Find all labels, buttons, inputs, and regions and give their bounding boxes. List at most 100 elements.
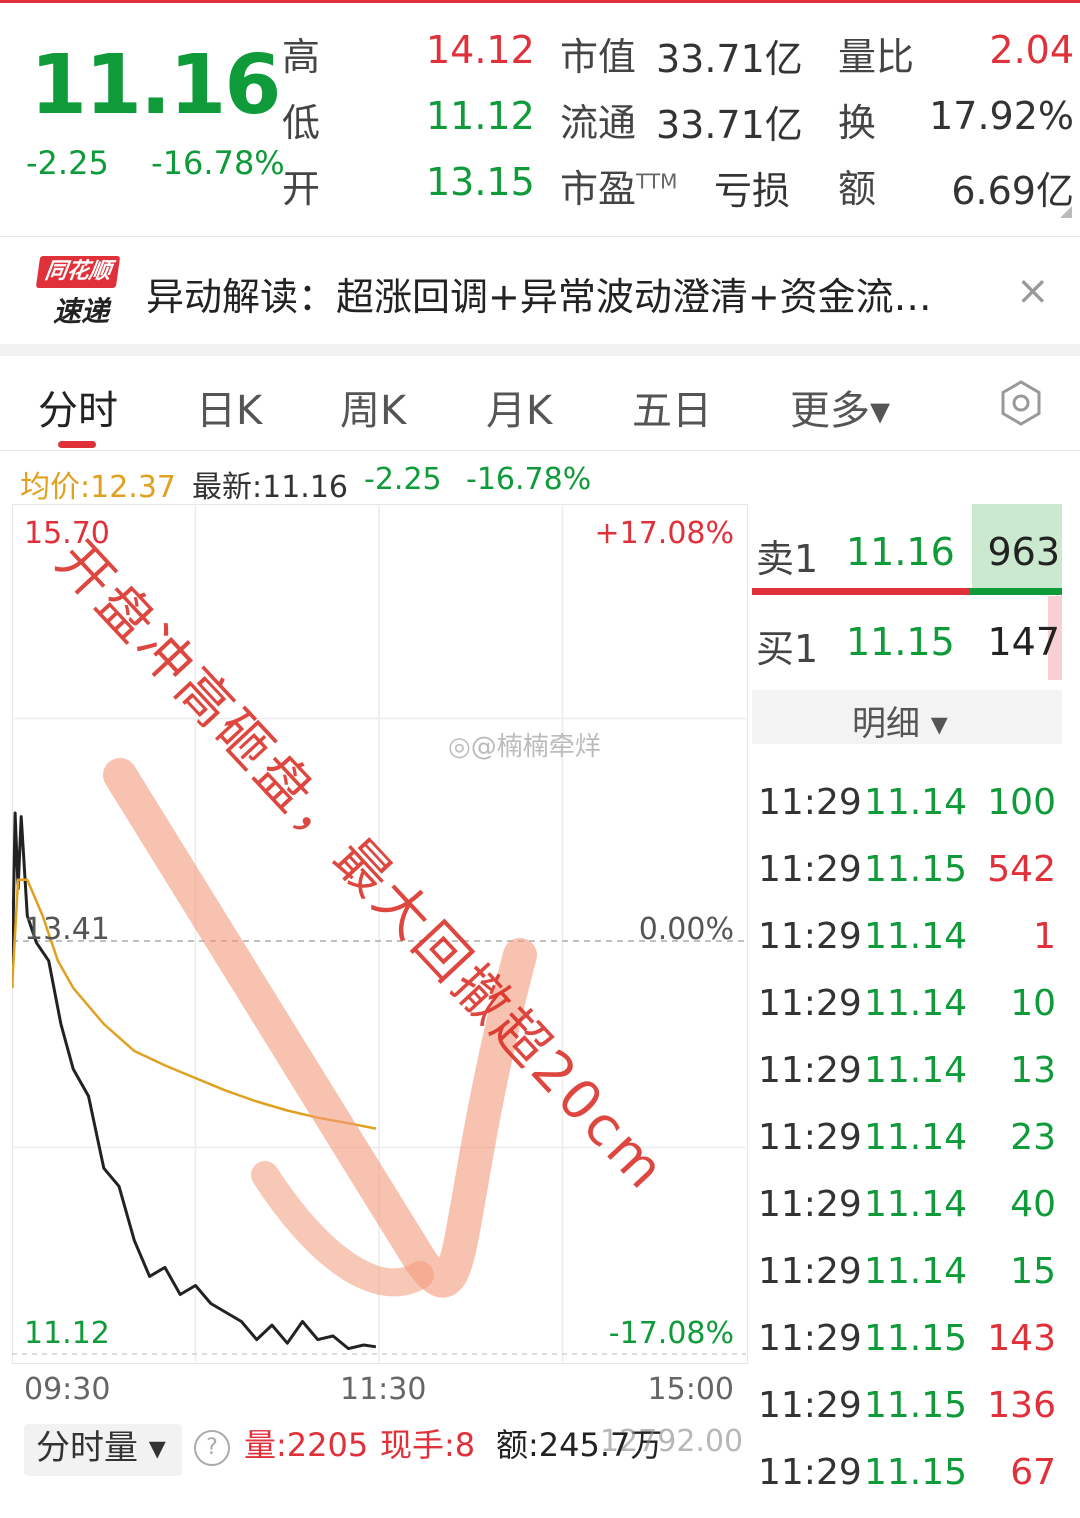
tick-volume: 10 (1010, 983, 1056, 1024)
turnover-label: 换 (838, 101, 877, 145)
tick-row: 11:29 11.14 40 (756, 1184, 1076, 1250)
tick-time: 11:29 (758, 1385, 862, 1426)
pe-ttm: TTM (636, 169, 678, 194)
volratio-label: 量比 (838, 35, 915, 79)
buy-ratio-bar (752, 588, 970, 595)
divider (0, 236, 1080, 237)
tab-weekly-k[interactable]: 周K (340, 378, 406, 436)
tick-price: 11.14 (864, 782, 968, 823)
tick-price: 11.15 (864, 1385, 968, 1426)
tick-time: 11:29 (758, 1184, 862, 1225)
tick-row: 11:29 11.15 67 (756, 1452, 1076, 1518)
sell1-price: 11.16 (846, 530, 955, 574)
x-axis-start: 09:30 (24, 1372, 111, 1407)
x-axis-end: 15:00 (647, 1372, 734, 1407)
news-logo-top: 同花顺 (35, 256, 121, 288)
tick-time: 11:29 (758, 1318, 862, 1359)
tick-row: 11:29 11.14 23 (756, 1117, 1076, 1183)
news-headline[interactable]: 异动解读：超涨回调+异常波动澄清+资金流… (146, 266, 932, 321)
tab-monthly-k[interactable]: 月K (486, 378, 552, 436)
tick-time: 11:29 (758, 1251, 862, 1292)
float-label: 流通 (560, 101, 637, 145)
open-value: 13.15 (426, 160, 535, 204)
tick-price: 11.14 (864, 1251, 968, 1292)
tick-time: 11:29 (758, 1117, 862, 1158)
tick-row: 11:29 11.14 13 (756, 1050, 1076, 1116)
tab-more[interactable]: 更多▾ (790, 378, 890, 436)
expand-corner-icon[interactable] (1060, 206, 1072, 218)
low-value: 11.12 (426, 94, 535, 138)
tab-daily-k[interactable]: 日K (196, 378, 262, 436)
chart-bottom-pct: -17.08% (608, 1316, 734, 1351)
tick-time: 11:29 (758, 916, 862, 957)
tick-volume: 15 (1010, 1251, 1056, 1292)
sell1-label: 卖1 (756, 537, 819, 581)
buy1-label: 买1 (756, 627, 819, 671)
tick-volume: 23 (1010, 1117, 1056, 1158)
sell1-volume: 963 (987, 530, 1060, 574)
volume-value: 量:2205 (244, 1426, 369, 1464)
tick-price: 11.14 (864, 916, 968, 957)
change-amount: -2.25 (26, 144, 109, 182)
amount-value: 6.69亿 (951, 169, 1074, 213)
active-tab-indicator (58, 441, 96, 448)
tick-volume: 100 (987, 782, 1056, 823)
tick-time: 11:29 (758, 782, 862, 823)
section-gap (0, 344, 1080, 356)
mktcap-label: 市值 (560, 35, 637, 79)
tick-volume: 136 (987, 1385, 1056, 1426)
volume-axis-max: 12792.00 (600, 1424, 744, 1459)
chart-bottom-price: 11.12 (24, 1316, 110, 1351)
info-change: -2.25 (364, 462, 442, 497)
x-axis-mid: 11:30 (340, 1372, 427, 1407)
tick-row: 11:29 11.15 136 (756, 1385, 1076, 1451)
change-percent: -16.78% (151, 144, 285, 182)
tick-volume: 542 (987, 849, 1056, 890)
top-accent-line (0, 0, 1080, 3)
pe-value: 亏损 (714, 169, 791, 213)
tick-time: 11:29 (758, 1452, 862, 1493)
divider (0, 450, 1080, 451)
tick-row: 11:29 11.14 100 (756, 782, 1076, 848)
high-label: 高 (282, 35, 321, 79)
volratio-value: 2.04 (989, 28, 1074, 72)
tab-five-day[interactable]: 五日 (632, 378, 712, 436)
detail-label[interactable]: 明细 ▾ (852, 696, 948, 745)
news-logo-bottom: 速递 (52, 295, 109, 328)
volume-selector-label[interactable]: 分时量 ▾ (36, 1420, 166, 1469)
tick-row: 11:29 11.14 1 (756, 916, 1076, 982)
low-label: 低 (282, 101, 321, 145)
tab-intraday[interactable]: 分时 (38, 378, 118, 436)
float-value: 33.71亿 (656, 103, 803, 147)
settings-icon[interactable] (998, 380, 1044, 426)
tick-price: 11.14 (864, 1117, 968, 1158)
pe-label-text: 市盈 (560, 167, 637, 211)
tick-volume: 1 (1033, 916, 1056, 957)
help-icon[interactable]: ? (194, 1430, 230, 1466)
price-change: -2.25 -16.78% (26, 144, 285, 182)
tick-time: 11:29 (758, 983, 862, 1024)
tick-row: 11:29 11.15 542 (756, 849, 1076, 915)
tick-price: 11.14 (864, 1184, 968, 1225)
current-price: 11.16 (30, 38, 281, 133)
news-logo: 同花顺 速递 (35, 256, 121, 328)
amount-label: 额 (838, 167, 877, 211)
tick-price: 11.14 (864, 1050, 968, 1091)
tick-volume: 67 (1010, 1452, 1056, 1493)
tick-price: 11.15 (864, 1318, 968, 1359)
close-icon[interactable]: × (1016, 268, 1050, 314)
tick-price: 11.14 (864, 983, 968, 1024)
tick-volume: 143 (987, 1318, 1056, 1359)
current-hand: 现手:8 (380, 1426, 476, 1464)
tick-row: 11:29 11.14 15 (756, 1251, 1076, 1317)
info-change-pct: -16.78% (466, 462, 592, 497)
tick-row: 11:29 11.15 143 (756, 1318, 1076, 1384)
tick-volume: 13 (1010, 1050, 1056, 1091)
pe-label: 市盈TTM (560, 158, 677, 213)
sell-ratio-bar (970, 588, 1062, 595)
open-label: 开 (282, 167, 321, 211)
weibo-watermark: ◎@楠楠牵烊 (448, 732, 601, 762)
tick-time: 11:29 (758, 849, 862, 890)
buy1-volume: 147 (987, 620, 1060, 664)
tick-price: 11.15 (864, 1452, 968, 1493)
